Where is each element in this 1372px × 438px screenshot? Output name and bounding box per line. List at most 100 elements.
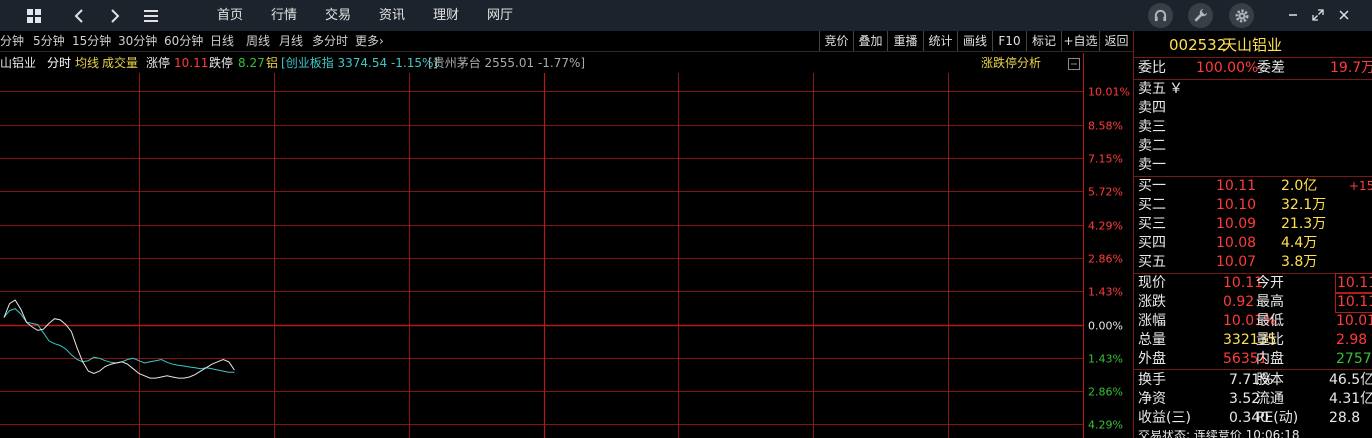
period-daily[interactable]: 日线 (210, 31, 234, 51)
bid-volume: 2.0亿 (1281, 178, 1318, 194)
ask-label: 卖五 (1138, 81, 1166, 97)
stat-value-right: 10.11 (1334, 273, 1372, 294)
ask-price: ￥ (1169, 81, 1183, 97)
collapse-icon[interactable] (1068, 56, 1080, 70)
bid-row[interactable]: 买四 10.08 4.4万 (1134, 234, 1372, 253)
auction-button[interactable]: 竞价 (819, 31, 853, 51)
statistics-button[interactable]: 统计 (923, 31, 957, 51)
period-weekly[interactable]: 周线 (246, 31, 270, 51)
stock-name: 天山铝业 (1222, 36, 1283, 54)
ask-label: 卖一 (1138, 157, 1166, 173)
y-tick-label: 4.29% (1088, 419, 1123, 432)
limit-analysis-link[interactable]: 涨跌停分析 (981, 53, 1041, 73)
minimize-icon[interactable] (1282, 4, 1304, 26)
fundamental-row[interactable]: 收益(三) 0.340 PE(动) 28.8 (1134, 409, 1372, 428)
stat-row[interactable]: 涨跌 0.92最高 10.11 (1134, 292, 1372, 313)
fundamental-row[interactable]: 净资 3.52 流通 4.31亿 (1134, 390, 1372, 409)
replay-button[interactable]: 重播 (887, 31, 923, 51)
legend-average: 均线 (75, 56, 100, 70)
limit-down-value: 8.27 (238, 56, 265, 70)
draw-line-button[interactable]: 画线 (957, 31, 992, 51)
index-chinext: [创业板指 3374.54 -1.15%] (281, 56, 439, 70)
nav-home[interactable]: 首页 (217, 0, 243, 31)
period-30min[interactable]: 30分钟 (118, 31, 157, 51)
ask-label: 卖四 (1138, 100, 1166, 116)
tab-fenshi[interactable]: 分时 (47, 53, 71, 73)
forward-icon[interactable] (103, 4, 127, 27)
mark-button[interactable]: 标记 (1026, 31, 1061, 51)
stat-value-left: 0.92 (1223, 294, 1255, 310)
stat-label-right: 最低 (1256, 313, 1284, 329)
fund-value-right: 46.5亿 (1329, 372, 1372, 388)
grid-icon[interactable] (22, 4, 46, 27)
weicha-value: 19.7万 (1330, 60, 1372, 76)
return-button[interactable]: 返回 (1099, 31, 1133, 51)
period-5min[interactable]: 5分钟 (33, 31, 65, 51)
legend-volume: 成交量 (102, 56, 139, 70)
overlay-button[interactable]: 叠加 (853, 31, 887, 51)
sector-tag[interactable]: 铝 (266, 53, 278, 73)
stock-name-label: 山铝业 (0, 56, 37, 70)
wrench-icon[interactable] (1188, 3, 1213, 28)
ask-row[interactable]: 卖一 (1134, 156, 1372, 175)
nav-news[interactable]: 资讯 (379, 0, 405, 31)
period-1min[interactable]: 分钟 (0, 31, 24, 51)
fund-label-left: 净资 (1138, 391, 1166, 407)
nav-hall[interactable]: 网厅 (487, 0, 513, 31)
stat-label-left: 涨跌 (1138, 294, 1166, 310)
f10-button[interactable]: F10 (992, 31, 1026, 51)
bid-price: 10.11 (1216, 178, 1257, 194)
period-multi-day[interactable]: 多分时 (312, 31, 348, 51)
stat-row[interactable]: 总量 332135 量比 2.98 (1134, 331, 1372, 350)
y-tick-label: 5.72% (1088, 186, 1123, 199)
back-icon[interactable] (67, 4, 91, 27)
period-toolbar: 分钟 5分钟 15分钟 30分钟 60分钟 日线 周线 月线 多分时 更多› 竞… (0, 31, 1133, 52)
ask-row[interactable]: 卖五 ￥ (1134, 80, 1372, 99)
menu-icon[interactable] (139, 4, 163, 27)
bid-row[interactable]: 买五 10.07 3.8万 (1134, 253, 1372, 272)
bid-price: 10.09 (1216, 216, 1257, 232)
intraday-chart[interactable]: 10.01% 8.58% 7.15% 5.72% 4.29% 2.86% 1.43% 0.00… (0, 53, 1133, 438)
close-icon[interactable] (1333, 4, 1355, 26)
gear-icon[interactable] (1229, 3, 1254, 28)
headset-icon[interactable] (1148, 3, 1173, 28)
bid-row[interactable]: 买二 10.10 32.1万 (1134, 196, 1372, 215)
y-tick-label: 2.86% (1088, 253, 1123, 266)
stat-row[interactable]: 现价10.11今开10.11 (1134, 273, 1372, 294)
bid-delta: +15 (1349, 179, 1372, 193)
ask-label: 卖二 (1138, 138, 1166, 154)
bid-row[interactable]: 买三 10.09 21.3万 (1134, 215, 1372, 234)
stock-code: 002532 (1169, 36, 1227, 54)
ask-row[interactable]: 卖二 (1134, 137, 1372, 156)
ask-row[interactable]: 卖四 (1134, 99, 1372, 118)
bid-price: 10.07 (1216, 254, 1257, 270)
limit-down-label: 跌停 (209, 56, 234, 70)
stat-row[interactable]: 外盘56351内盘275784 (1134, 350, 1372, 369)
stat-row[interactable]: 涨幅 10.01% 最低 10.01 (1134, 312, 1372, 331)
period-more[interactable]: 更多› (355, 31, 384, 51)
bid-row[interactable]: 买一 10.11 2.0亿 +15 (1134, 177, 1372, 196)
bid-volume: 3.8万 (1281, 254, 1318, 270)
add-watchlist-button[interactable]: +自选 (1061, 31, 1099, 51)
fund-label-left: 收益(三) (1138, 410, 1191, 426)
period-15min[interactable]: 15分钟 (72, 31, 111, 51)
weibi-value: 100.00% (1196, 60, 1259, 76)
fundamental-row[interactable]: 换手 7.71% 股本 46.5亿 (1134, 371, 1372, 390)
y-tick-label: 10.01% (1088, 86, 1130, 99)
y-tick-label: 4.29% (1088, 220, 1123, 233)
fund-value-right: 28.8 (1329, 410, 1361, 426)
limit-up-label: 涨停 (146, 56, 171, 70)
nav-trade[interactable]: 交易 (325, 0, 351, 31)
nav-quotes[interactable]: 行情 (271, 0, 297, 31)
period-60min[interactable]: 60分钟 (164, 31, 203, 51)
bid-label: 买四 (1138, 235, 1166, 251)
restore-icon[interactable] (1307, 4, 1329, 26)
fund-value-right: 4.31亿 (1329, 391, 1372, 407)
trade-status-row: 交易状态: 连续竞价 10:06:18 (1134, 430, 1372, 438)
y-tick-label: 7.15% (1088, 153, 1123, 166)
ask-row[interactable]: 卖三 (1134, 118, 1372, 137)
nav-finance[interactable]: 理财 (433, 0, 459, 31)
fund-label-left: 换手 (1138, 372, 1166, 388)
stat-value-right: 2.98 (1336, 332, 1368, 348)
period-monthly[interactable]: 月线 (279, 31, 303, 51)
